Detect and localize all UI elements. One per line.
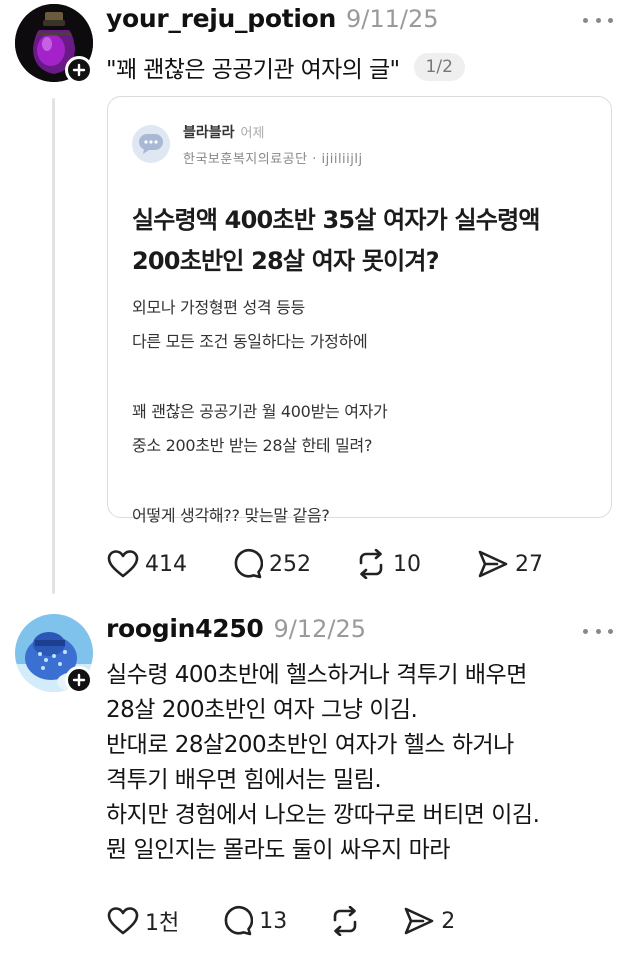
card-org: 한국보훈복지의료공단 · ijiiliijlj bbox=[183, 152, 363, 167]
card-headline: 실수령액 400초반 35살 여자가 실수령액 200초반인 28살 여자 못이… bbox=[132, 200, 602, 282]
comment-icon bbox=[234, 548, 263, 579]
reply-line: 뭔 일인지는 몰라도 둘이 싸우지 마라 bbox=[106, 837, 450, 863]
post-text: "꽤 괜찮은 공공기관 여자의 글" bbox=[106, 57, 400, 83]
follow-plus-icon[interactable] bbox=[65, 666, 93, 694]
heart-icon bbox=[107, 550, 139, 578]
repost-count: 10 bbox=[393, 551, 421, 577]
comment-button[interactable]: 13 bbox=[221, 905, 287, 937]
post-header: your_reju_potion 9/11/25 bbox=[106, 4, 439, 33]
reply-time: 9/12/25 bbox=[273, 615, 367, 643]
card-body-gap bbox=[132, 359, 602, 395]
post-time: 9/11/25 bbox=[346, 5, 439, 33]
card-body-line: 다른 모든 조건 동일하다는 가정하에 bbox=[132, 332, 368, 351]
thread-line bbox=[52, 98, 55, 594]
share-button[interactable]: 2 bbox=[403, 906, 455, 936]
card-time: 어제 bbox=[240, 126, 265, 141]
heart-icon bbox=[107, 907, 139, 935]
comment-count: 252 bbox=[269, 551, 311, 577]
quoted-image-card[interactable]: 블라블라 어제 한국보훈복지의료공단 · ijiiliijlj 실수령액 400초… bbox=[107, 96, 612, 525]
card-avatar bbox=[132, 125, 170, 163]
card-author: 블라블라 bbox=[183, 125, 235, 141]
comment-button[interactable]: 252 bbox=[231, 548, 311, 580]
reply-actions: 1천 13 2 bbox=[107, 905, 491, 937]
share-count: 2 bbox=[441, 908, 456, 934]
like-count: 1천 bbox=[145, 911, 180, 936]
share-icon bbox=[478, 550, 508, 578]
chat-bubble-icon bbox=[139, 134, 163, 154]
quote-title-row: "꽤 괜찮은 공공기관 여자의 글" 1/2 bbox=[106, 50, 465, 84]
comment-count: 13 bbox=[259, 908, 288, 934]
username[interactable]: your_reju_potion bbox=[106, 4, 336, 33]
reply-line: 반대로 28살200초반인 여자가 헬스 하거나 bbox=[106, 732, 514, 758]
reply-line: 실수령 400초반에 헬스하거나 격투기 배우면 bbox=[106, 662, 527, 688]
like-button[interactable]: 1천 bbox=[107, 905, 179, 937]
card-body-line: 중소 200초반 받는 28살 한테 밀려? bbox=[132, 436, 373, 455]
image-pager: 1/2 bbox=[413, 53, 465, 81]
repost-icon bbox=[333, 906, 357, 936]
more-icon[interactable] bbox=[583, 15, 613, 25]
share-count: 27 bbox=[515, 551, 543, 577]
reply-username[interactable]: roogin4250 bbox=[106, 614, 264, 643]
repost-icon bbox=[359, 549, 383, 579]
card-author-row: 블라블라 어제 bbox=[183, 122, 264, 142]
card-headline-line: 실수령액 400초반 35살 여자가 실수령액 bbox=[132, 206, 540, 234]
share-icon bbox=[404, 907, 434, 935]
follow-plus-icon[interactable] bbox=[65, 56, 93, 84]
reply-header: roogin4250 9/12/25 bbox=[106, 614, 366, 643]
post-actions: 414 252 10 27 bbox=[107, 548, 579, 580]
card-body-gap bbox=[132, 463, 602, 499]
comment-icon bbox=[224, 905, 254, 936]
like-count: 414 bbox=[145, 551, 187, 577]
more-icon[interactable] bbox=[583, 626, 613, 636]
reply-text: 실수령 400초반에 헬스하거나 격투기 배우면 28살 200초반인 여자 그… bbox=[106, 658, 626, 868]
repost-button[interactable]: 10 bbox=[355, 549, 421, 579]
card-body-line: 꽤 괜찮은 공공기관 월 400받는 여자가 bbox=[132, 402, 388, 421]
repost-button[interactable] bbox=[329, 906, 367, 936]
reply-line: 하지만 경험에서 나오는 깡따구로 버티면 이김. bbox=[106, 802, 540, 828]
card-body: 외모나 가정형편 성격 등등 다른 모든 조건 동일하다는 가정하에 꽤 괜찮은… bbox=[132, 291, 602, 533]
reply-line: 격투기 배우면 힘에서는 밀림. bbox=[106, 767, 382, 793]
like-button[interactable]: 414 bbox=[107, 549, 187, 579]
card-body-line: 어떻게 생각해?? 맞는말 같음? bbox=[132, 506, 330, 525]
card-headline-line: 200초반인 28살 여자 못이겨? bbox=[132, 247, 440, 275]
reply-line: 28살 200초반인 여자 그냥 이김. bbox=[106, 697, 418, 723]
card-body-line: 외모나 가정형편 성격 등등 bbox=[132, 298, 305, 317]
share-button[interactable]: 27 bbox=[477, 549, 543, 579]
